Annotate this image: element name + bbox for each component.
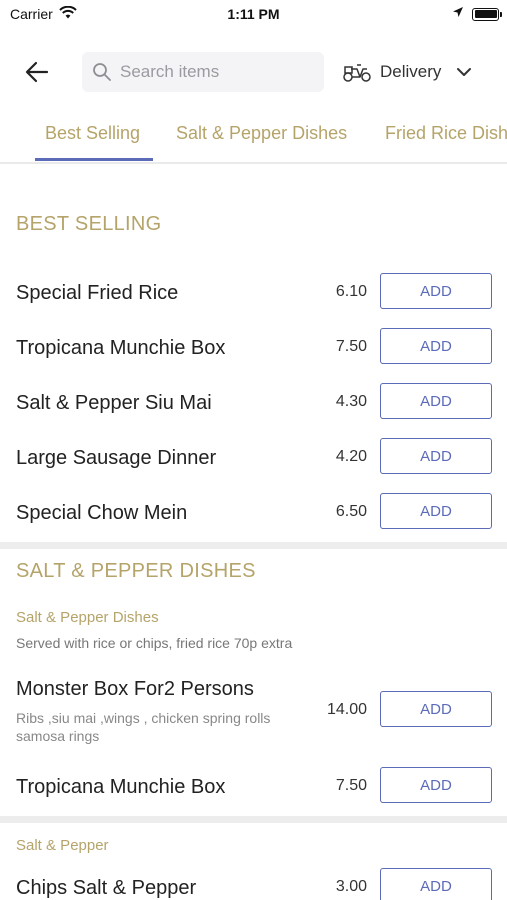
status-right xyxy=(452,5,502,23)
add-button[interactable]: ADD xyxy=(380,328,492,364)
section-divider xyxy=(0,542,507,549)
item-name: Tropicana Munchie Box xyxy=(16,776,226,798)
section-title-best-selling: BEST SELLING xyxy=(16,213,162,235)
section-title-salt-pepper: SALT & PEPPER DISHES xyxy=(16,560,256,582)
item-price: 6.50 xyxy=(335,503,367,520)
item-name: Tropicana Munchie Box xyxy=(16,337,226,359)
add-button[interactable]: ADD xyxy=(380,383,492,419)
chevron-down-icon xyxy=(457,68,472,76)
section-divider xyxy=(0,816,507,823)
item-description: Ribs ,siu mai ,wings , chicken spring ro… xyxy=(16,710,271,744)
location-arrow-icon xyxy=(452,5,464,23)
tab-salt-pepper-dishes[interactable]: Salt & Pepper Dishes xyxy=(176,123,347,144)
arrow-left-icon xyxy=(25,61,49,83)
tab-best-selling[interactable]: Best Selling xyxy=(45,123,140,144)
delivery-label: Delivery xyxy=(380,62,442,81)
item-name: Special Fried Rice xyxy=(16,282,179,304)
item-name: Salt & Pepper Siu Mai xyxy=(16,392,212,414)
item-price: 4.30 xyxy=(335,393,367,410)
add-button[interactable]: ADD xyxy=(380,493,492,529)
add-button[interactable]: ADD xyxy=(380,691,492,727)
subsection-title: Salt & Pepper Dishes xyxy=(16,609,159,626)
tab-fried-rice-dishes[interactable]: Fried Rice Dishes xyxy=(385,123,507,144)
back-button[interactable] xyxy=(22,58,52,86)
add-button[interactable]: ADD xyxy=(380,868,492,900)
category-tabs: Best Selling Salt & Pepper Dishes Fried … xyxy=(0,108,507,164)
item-price: 6.10 xyxy=(335,283,367,300)
search-icon xyxy=(93,63,111,81)
menu-content: BEST SELLING Special Fried Rice 6.10 ADD… xyxy=(0,166,507,900)
battery-icon xyxy=(472,7,502,21)
status-time: 1:11 PM xyxy=(227,6,280,22)
item-price: 14.00 xyxy=(326,701,367,718)
item-name: Monster Box For2 Persons xyxy=(16,678,254,700)
battery-fill xyxy=(474,10,497,18)
add-button[interactable]: ADD xyxy=(380,273,492,309)
item-price: 4.20 xyxy=(335,448,367,465)
delivery-selector[interactable]: Delivery xyxy=(342,52,473,92)
search-box[interactable] xyxy=(82,52,324,92)
item-name: Special Chow Mein xyxy=(16,502,188,524)
subsection-title: Salt & Pepper xyxy=(16,837,109,854)
item-name: Chips Salt & Pepper xyxy=(16,877,197,899)
header: Delivery xyxy=(0,50,507,94)
item-price: 7.50 xyxy=(335,338,367,355)
item-price: 7.50 xyxy=(335,777,367,794)
status-bar: Carrier 1:11 PM xyxy=(0,0,507,30)
item-price: 3.00 xyxy=(335,878,367,895)
subsection-description: Served with rice or chips, fried rice 70… xyxy=(16,635,293,651)
add-button[interactable]: ADD xyxy=(380,438,492,474)
active-tab-indicator xyxy=(35,158,153,161)
search-input[interactable] xyxy=(120,62,310,82)
scooter-icon xyxy=(343,64,371,82)
item-name: Large Sausage Dinner xyxy=(16,447,217,469)
add-button[interactable]: ADD xyxy=(380,767,492,803)
